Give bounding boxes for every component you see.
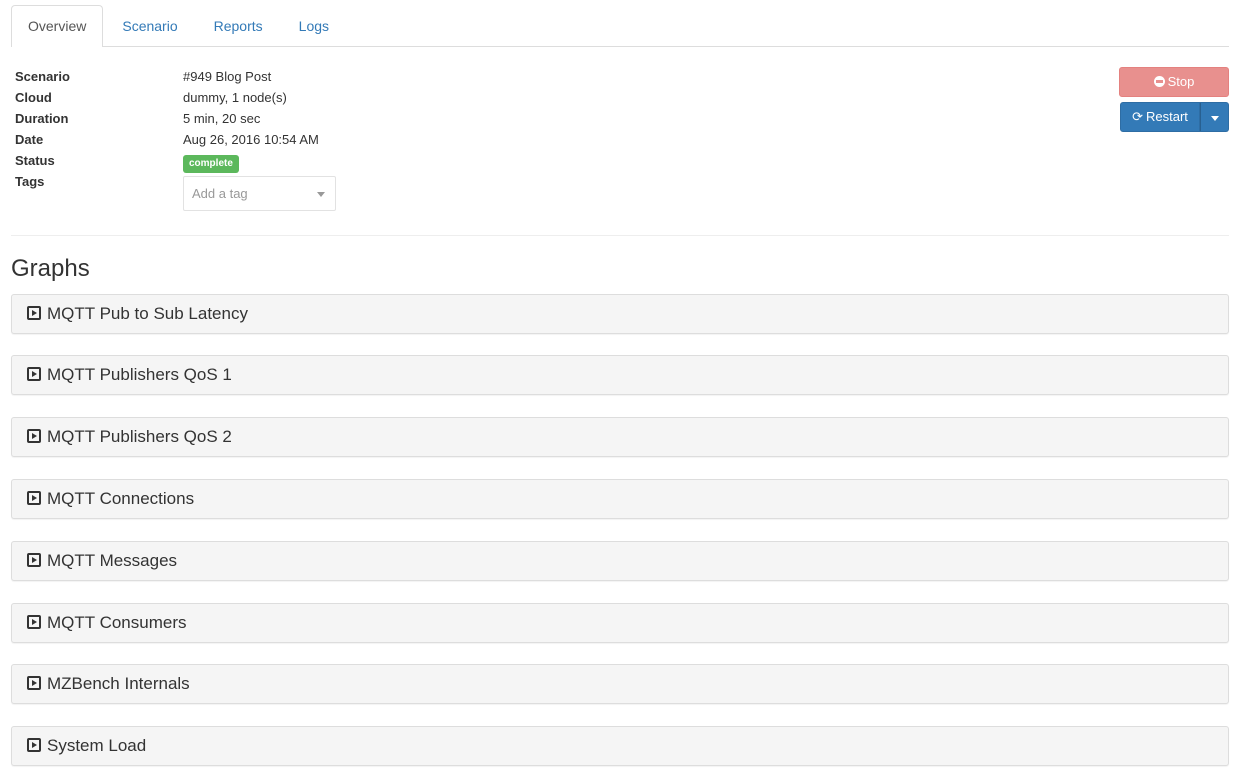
graph-panel-connections[interactable]: MQTT Connections	[11, 479, 1229, 519]
graph-panel-messages[interactable]: MQTT Messages	[11, 541, 1229, 581]
duration-value: 5 min, 20 sec	[183, 111, 261, 126]
graph-panel-consumers[interactable]: MQTT Consumers	[11, 603, 1229, 643]
stop-button[interactable]: Stop	[1119, 67, 1229, 97]
graph-panel-system-load[interactable]: System Load	[11, 726, 1229, 766]
caret-down-icon	[1211, 116, 1219, 121]
tab-logs[interactable]: Logs	[282, 5, 346, 46]
tab-bar: Overview Scenario Reports Logs	[11, 5, 1229, 47]
expand-icon	[27, 306, 41, 320]
graph-panel-title: MQTT Publishers QoS 1	[47, 365, 232, 384]
status-label: Status	[15, 153, 55, 168]
expand-icon	[27, 491, 41, 505]
expand-icon	[27, 553, 41, 567]
graph-panel-title: MQTT Pub to Sub Latency	[47, 304, 248, 323]
date-value: Aug 26, 2016 10:54 AM	[183, 132, 319, 147]
section-divider	[11, 235, 1229, 236]
minus-circle-icon	[1153, 76, 1165, 87]
graph-panel-title: MZBench Internals	[47, 674, 190, 693]
refresh-icon: ⟳	[1132, 109, 1143, 124]
graph-panel-title: System Load	[47, 736, 147, 755]
cloud-value: dummy, 1 node(s)	[183, 90, 287, 105]
restart-button[interactable]: ⟳ Restart	[1120, 102, 1200, 132]
scenario-label: Scenario	[15, 69, 70, 84]
tab-overview[interactable]: Overview	[11, 5, 104, 47]
tab-scenario[interactable]: Scenario	[105, 5, 194, 46]
tag-select-placeholder: Add a tag	[192, 186, 248, 201]
status-value: complete	[183, 153, 239, 173]
graph-panel-pub-to-sub-latency[interactable]: MQTT Pub to Sub Latency	[11, 294, 1229, 334]
cloud-label: Cloud	[15, 90, 52, 105]
status-badge: complete	[183, 155, 239, 173]
expand-icon	[27, 676, 41, 690]
graph-panel-title: MQTT Publishers QoS 2	[47, 427, 232, 446]
scenario-value: #949 Blog Post	[183, 69, 272, 84]
chevron-down-icon	[317, 192, 325, 197]
graph-panel-mzbench-internals[interactable]: MZBench Internals	[11, 664, 1229, 704]
expand-icon	[27, 738, 41, 752]
restart-button-label: Restart	[1146, 109, 1188, 124]
expand-icon	[27, 367, 41, 381]
bench-overview-page: Overview Scenario Reports Logs Scenario …	[0, 0, 1246, 783]
restart-dropdown-toggle[interactable]	[1200, 102, 1229, 132]
expand-icon	[27, 429, 41, 443]
duration-label: Duration	[15, 111, 69, 126]
restart-button-group: ⟳ Restart	[1120, 102, 1229, 132]
tag-select[interactable]: Add a tag	[183, 176, 336, 211]
graph-panel-title: MQTT Connections	[47, 489, 195, 508]
tab-reports[interactable]: Reports	[197, 5, 280, 46]
stop-button-label: Stop	[1167, 74, 1195, 89]
graphs-heading: Graphs	[11, 255, 90, 282]
expand-icon	[27, 615, 41, 629]
graph-panel-publishers-qos1[interactable]: MQTT Publishers QoS 1	[11, 355, 1229, 395]
tags-label: Tags	[15, 174, 45, 189]
date-label: Date	[15, 132, 44, 147]
graph-panel-title: MQTT Consumers	[47, 613, 187, 632]
graph-panel-title: MQTT Messages	[47, 551, 178, 570]
graph-panel-publishers-qos2[interactable]: MQTT Publishers QoS 2	[11, 417, 1229, 457]
